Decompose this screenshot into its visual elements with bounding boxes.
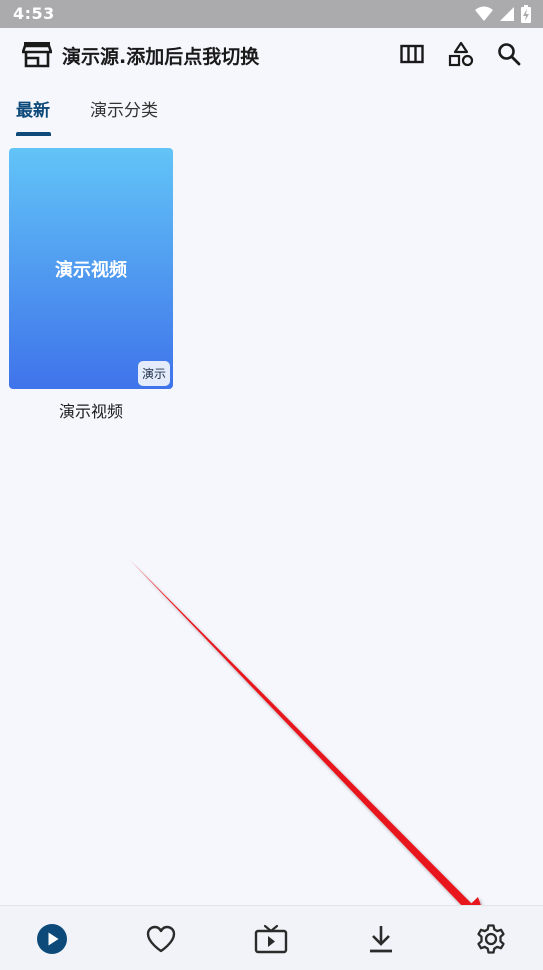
app-bar: 演示源.添加后点我切换 — [0, 28, 543, 80]
battery-charging-icon — [521, 5, 531, 23]
signal-icon — [500, 7, 514, 21]
heart-icon — [146, 925, 176, 953]
video-badge: 演示 — [137, 361, 170, 386]
video-cover-text: 演示视频 — [55, 260, 127, 281]
play-circle-icon — [37, 924, 67, 954]
tv-icon — [254, 924, 288, 954]
bottom-navigation — [0, 905, 543, 970]
wifi-icon — [475, 6, 493, 21]
status-icons — [475, 5, 531, 23]
search-button[interactable] — [494, 39, 524, 69]
store-icon[interactable] — [22, 40, 52, 68]
tab-indicator — [16, 132, 51, 136]
nav-favorites[interactable] — [144, 922, 178, 956]
nav-home[interactable] — [35, 922, 69, 956]
category-tabs: 最新 演示分类 — [0, 80, 543, 136]
settings-icon — [477, 924, 505, 954]
search-icon — [498, 43, 521, 66]
view-columns-icon — [400, 44, 424, 64]
tab-latest[interactable]: 最新 — [16, 96, 50, 121]
download-icon — [370, 926, 392, 953]
nav-downloads[interactable] — [364, 922, 398, 956]
annotation-arrow — [130, 560, 490, 931]
source-title[interactable]: 演示源.添加后点我切换 — [62, 42, 259, 69]
view-columns-button[interactable] — [397, 39, 427, 69]
video-card[interactable]: 演示视频 演示 — [9, 148, 173, 389]
categories-icon — [448, 41, 474, 67]
categories-button[interactable] — [446, 39, 476, 69]
tab-demo-category[interactable]: 演示分类 — [90, 96, 158, 121]
status-bar: 4:53 — [0, 0, 543, 28]
video-title[interactable]: 演示视频 — [9, 398, 173, 422]
nav-live-tv[interactable] — [254, 922, 288, 956]
status-time: 4:53 — [13, 4, 55, 23]
nav-settings[interactable] — [474, 922, 508, 956]
